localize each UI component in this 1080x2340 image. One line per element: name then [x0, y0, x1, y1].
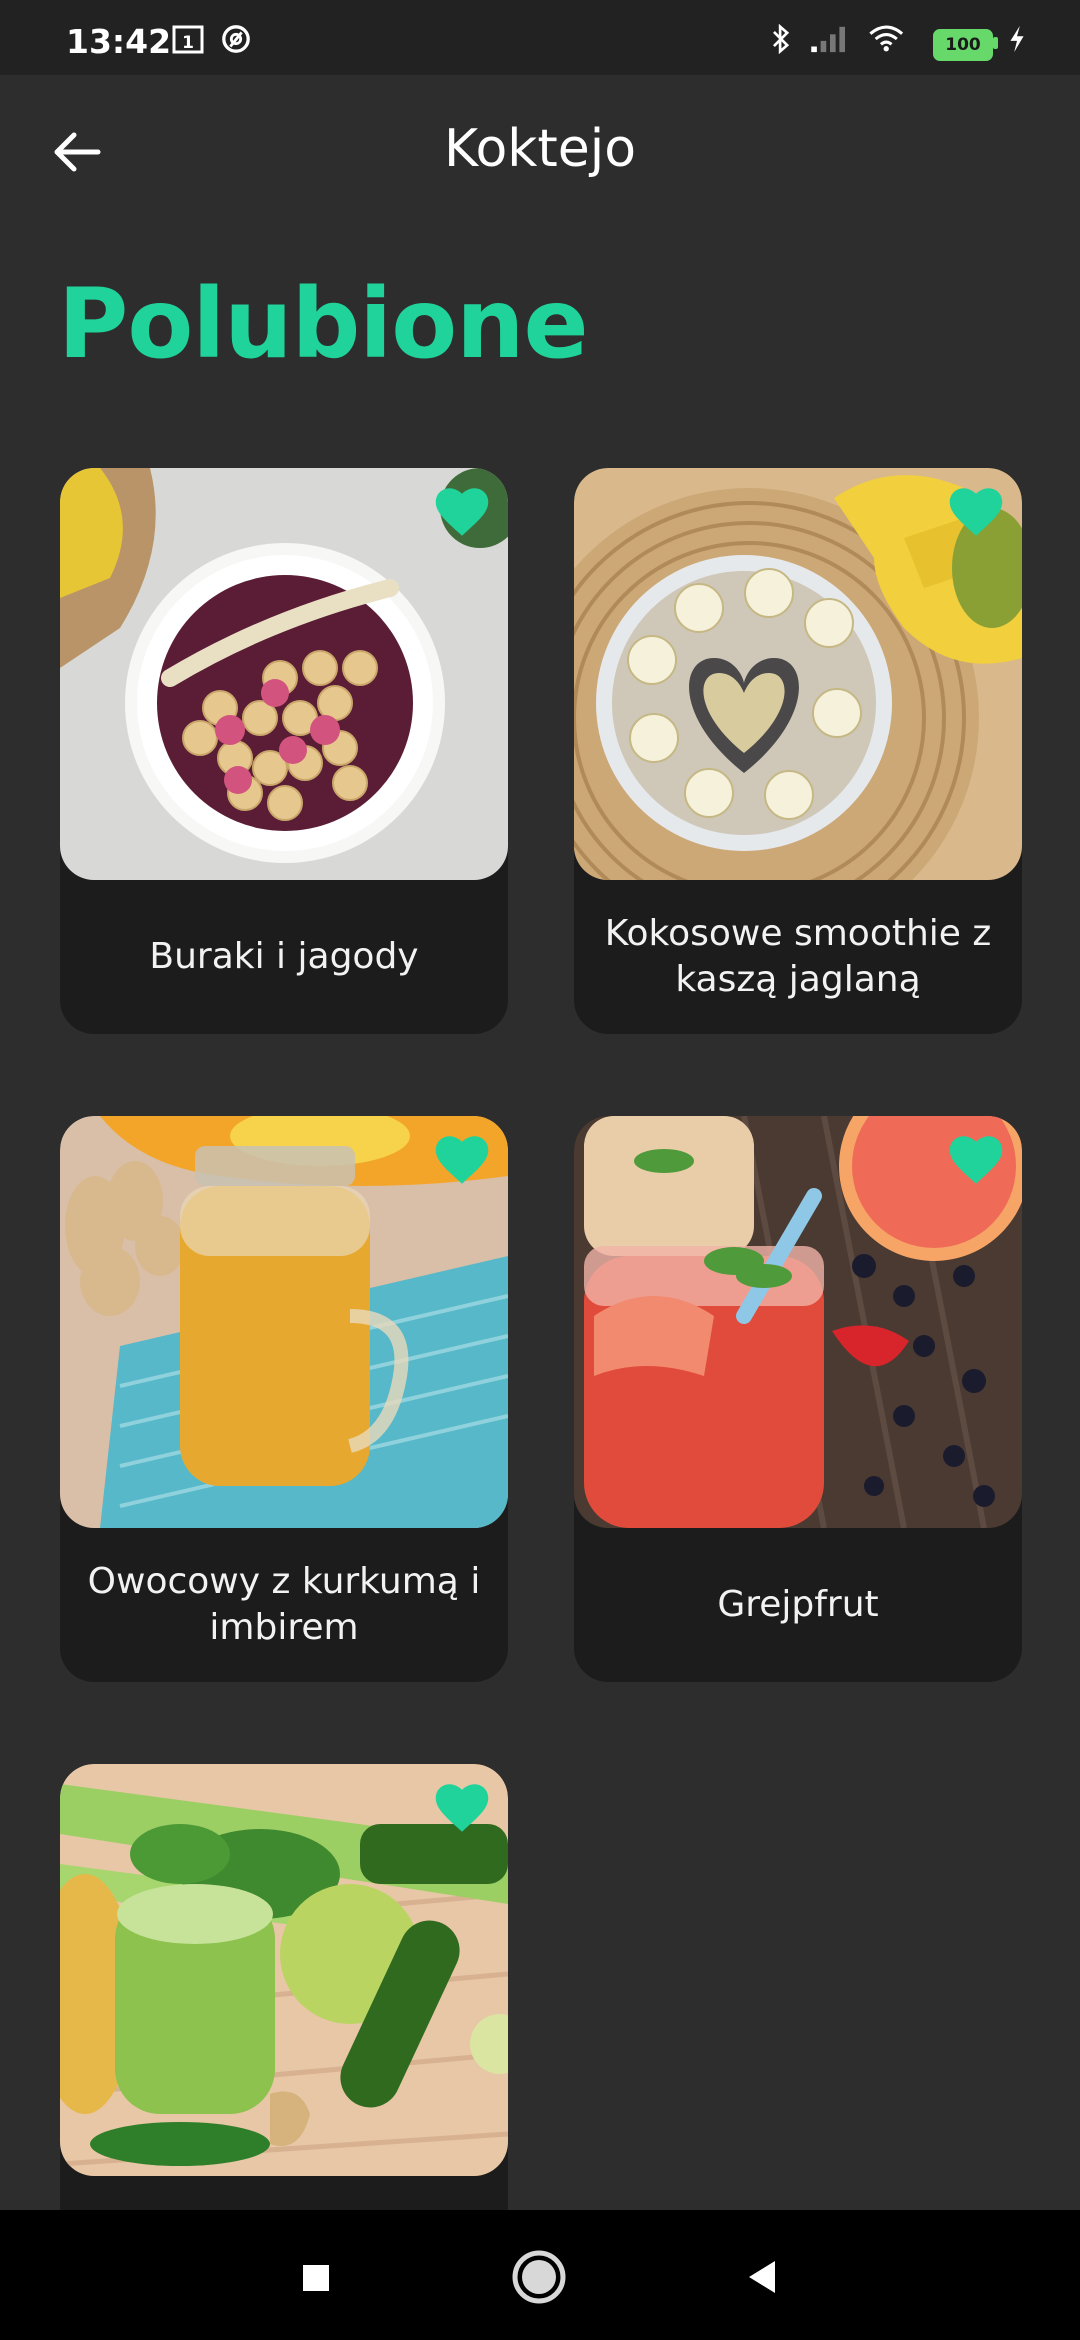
svg-text:1: 1 [182, 33, 194, 53]
heart-icon[interactable] [432, 1130, 492, 1190]
recipe-name: Kokosowe smoothie z kaszą jaglaną [604, 913, 992, 1000]
nav-back-button[interactable] [728, 2242, 798, 2312]
at-icon [222, 25, 250, 53]
recipe-image [574, 468, 1022, 880]
back-triangle-icon [749, 2261, 775, 2293]
status-time: 13:42 [66, 22, 172, 61]
recipe-card-buraki-i-jagody[interactable]: Buraki i jagody [60, 468, 508, 1034]
recipe-card-kokosowe-smoothie[interactable]: Kokosowe smoothie z kaszą jaglaną [574, 468, 1022, 1034]
section-title: Polubione [58, 268, 589, 380]
recipe-name: Grejpfrut [717, 1584, 879, 1625]
system-nav-bar [0, 2210, 1080, 2340]
recipe-name: Buraki i jagody [149, 936, 419, 977]
recipe-image [574, 1116, 1022, 1528]
heart-icon[interactable] [432, 482, 492, 542]
heart-icon[interactable] [946, 482, 1006, 542]
app-bar: Koktejo [0, 75, 1080, 225]
recipe-image [60, 1116, 508, 1528]
wifi-icon [869, 25, 904, 52]
recipe-image [60, 1764, 508, 2176]
recents-button[interactable] [280, 2242, 350, 2312]
status-bar: 13:42 1 100 [0, 0, 1080, 75]
app-title: Koktejo [443, 119, 637, 179]
charging-icon [1010, 25, 1024, 53]
recipe-image [60, 468, 508, 880]
heart-icon[interactable] [946, 1130, 1006, 1190]
battery-icon: 100 [933, 29, 993, 61]
home-button[interactable] [504, 2242, 574, 2312]
recipe-card-grejpfrut[interactable]: Grejpfrut [574, 1116, 1022, 1682]
battery-level: 100 [945, 35, 981, 55]
bluetooth-icon [773, 24, 790, 54]
home-circle-icon [512, 2250, 566, 2304]
battery-tip [993, 37, 998, 49]
calendar-icon: 1 [172, 25, 204, 54]
recents-square-icon [303, 2265, 329, 2291]
recipe-card-owocowy-z-kurkuma[interactable]: Owocowy z kurkumą i imbirem [60, 1116, 508, 1682]
signal-icon [811, 26, 845, 53]
recipe-name: Owocowy z kurkumą i imbirem [87, 1561, 481, 1648]
heart-icon[interactable] [432, 1778, 492, 1838]
